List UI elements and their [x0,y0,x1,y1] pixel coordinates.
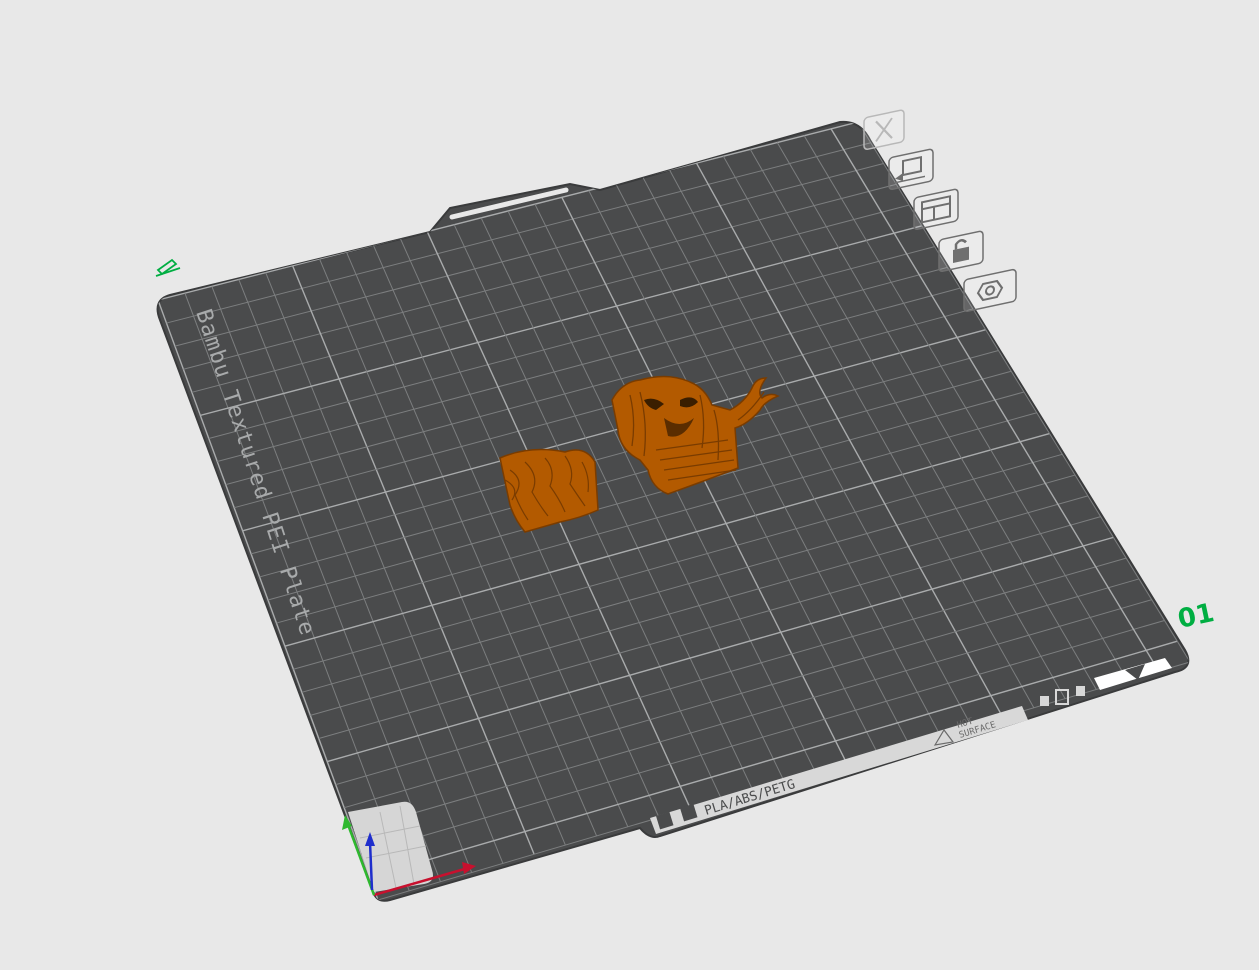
3d-viewport[interactable]: Bambu Textured PEI Plate PLA/ABS/PETG HO… [0,0,1259,970]
plate-settings-icon[interactable] [963,268,1017,313]
arrange-icon[interactable] [913,188,959,231]
close-plate-icon[interactable] [863,109,905,151]
lock-icon[interactable] [938,230,984,273]
auto-orient-icon[interactable] [888,148,934,191]
build-plate[interactable] [156,120,1190,902]
edit-plate-name-icon[interactable] [155,258,181,277]
plate-number: 01 [1175,598,1217,635]
